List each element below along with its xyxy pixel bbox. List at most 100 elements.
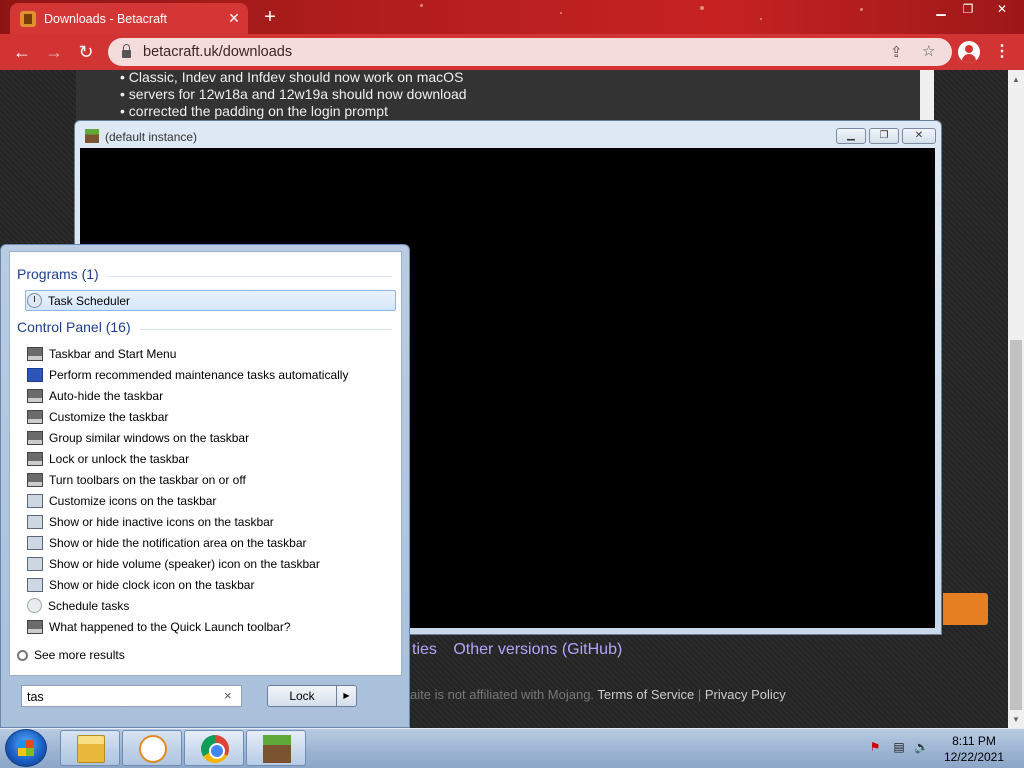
taskbar-explorer-button[interactable]: [60, 730, 120, 766]
chrome-icon: [201, 735, 229, 763]
new-tab-button[interactable]: +: [258, 6, 282, 28]
other-versions-link[interactable]: Other versions (GitHub): [453, 641, 622, 658]
result-label: Perform recommended maintenance tasks au…: [49, 367, 349, 382]
control-panel-item[interactable]: Show or hide the notification area on th…: [27, 532, 307, 553]
monitor-icon: [27, 577, 43, 592]
result-label: Customize icons on the taskbar: [49, 493, 217, 508]
control-panel-item[interactable]: Perform recommended maintenance tasks au…: [27, 364, 348, 385]
clock-time: 8:11 PM: [952, 734, 996, 748]
scroll-up-icon[interactable]: ▲: [1008, 72, 1024, 88]
footer-disclaimer: aite is not affiliated with Mojang.: [410, 687, 595, 702]
clear-search-icon[interactable]: ×: [224, 688, 232, 703]
action-center-flag-icon[interactable]: ⚑: [868, 740, 882, 754]
control-panel-header[interactable]: Control Panel (16): [17, 319, 131, 335]
network-icon[interactable]: ▤: [892, 740, 906, 754]
control-panel-item[interactable]: Show or hide clock icon on the taskbar: [27, 574, 254, 595]
taskbar-icon: [27, 346, 43, 361]
mc-maximize-button[interactable]: ❐: [869, 128, 899, 144]
control-panel-item[interactable]: Turn toolbars on the taskbar on or off: [27, 469, 246, 490]
control-panel-item[interactable]: What happened to the Quick Launch toolba…: [27, 616, 291, 637]
browser-tab[interactable]: Downloads - Betacraft ✕: [10, 3, 248, 34]
control-panel-item[interactable]: Show or hide inactive icons on the taskb…: [27, 511, 274, 532]
taskbar-icon: [27, 619, 43, 634]
shutdown-options-arrow-icon[interactable]: ▶: [336, 685, 357, 707]
link-partial[interactable]: ties: [412, 641, 437, 658]
result-label: Task Scheduler: [48, 293, 131, 308]
volume-icon[interactable]: 🔈: [914, 740, 929, 754]
control-panel-item[interactable]: Auto-hide the taskbar: [27, 385, 163, 406]
result-label: Group similar windows on the taskbar: [49, 430, 250, 445]
control-panel-item[interactable]: Taskbar and Start Menu: [27, 343, 176, 364]
minecraft-icon: [263, 735, 291, 763]
result-label: Taskbar and Start Menu: [49, 346, 177, 361]
control-panel-item[interactable]: Customize the taskbar: [27, 406, 168, 427]
maintenance-icon: [27, 367, 43, 382]
privacy-link[interactable]: Privacy Policy: [705, 687, 786, 702]
monitor-icon: [27, 514, 43, 529]
changelog-line: • Classic, Indev and Infdev should now w…: [120, 69, 464, 85]
download-button[interactable]: [943, 593, 988, 625]
taskbar-icon: [27, 451, 43, 466]
mc-close-button[interactable]: ✕: [902, 128, 936, 144]
tab-close-icon[interactable]: ✕: [224, 10, 244, 27]
profile-avatar[interactable]: [958, 41, 980, 63]
magnifier-icon: [17, 649, 28, 661]
share-icon[interactable]: ⇪: [890, 43, 903, 61]
windows-logo-icon: [18, 740, 34, 756]
minecraft-block-icon: [85, 129, 99, 143]
schedule-icon: [27, 598, 42, 613]
result-label: Show or hide inactive icons on the taskb…: [49, 514, 274, 529]
result-label: Customize the taskbar: [49, 409, 169, 424]
page-footer: aite is not affiliated with Mojang. Term…: [410, 687, 786, 702]
media-player-icon: [139, 735, 167, 763]
content-edge: [920, 70, 934, 120]
control-panel-item[interactable]: Schedule tasks: [27, 595, 129, 616]
footer-separator: |: [697, 687, 702, 702]
taskbar-chrome-button[interactable]: [184, 730, 244, 766]
version-links: ties Other versions (GitHub): [412, 641, 622, 659]
taskbar-icon: [27, 430, 43, 445]
monitor-icon: [27, 556, 43, 571]
bookmark-star-icon[interactable]: ☆: [922, 42, 935, 60]
lock-icon: [122, 44, 131, 58]
control-panel-item[interactable]: Customize icons on the taskbar: [27, 490, 216, 511]
result-label: Show or hide the notification area on th…: [49, 535, 307, 550]
taskbar-minecraft-button[interactable]: [246, 730, 306, 766]
result-label: What happened to the Quick Launch toolba…: [49, 619, 291, 634]
terms-link[interactable]: Terms of Service: [597, 687, 694, 702]
result-label: Show or hide volume (speaker) icon on th…: [49, 556, 320, 571]
forward-arrow-icon[interactable]: →: [41, 40, 67, 64]
folder-icon: [77, 735, 105, 763]
see-more-label: See more results: [34, 648, 125, 662]
close-window-button[interactable]: ✕: [985, 0, 1019, 18]
result-label: Show or hide clock icon on the taskbar: [49, 577, 255, 592]
maximize-button[interactable]: ❐: [953, 0, 983, 18]
divider: [140, 329, 392, 330]
start-button[interactable]: [5, 729, 47, 767]
betacraft-favicon-icon: [20, 10, 36, 27]
see-more-results-link[interactable]: See more results: [17, 648, 125, 662]
taskbar-icon: [27, 409, 43, 424]
tab-title: Downloads - Betacraft: [44, 11, 167, 26]
changelog-line: • corrected the padding on the login pro…: [120, 103, 388, 119]
scroll-down-icon[interactable]: ▼: [1008, 712, 1024, 728]
result-label: Schedule tasks: [48, 598, 130, 613]
minecraft-window-title: (default instance): [105, 130, 198, 144]
mc-minimize-button[interactable]: ▁: [836, 128, 866, 144]
control-panel-item[interactable]: Lock or unlock the taskbar: [27, 448, 189, 469]
taskbar-clock[interactable]: 8:11 PM 12/22/2021: [934, 733, 1014, 765]
program-item-task-scheduler[interactable]: Task Scheduler: [27, 290, 130, 311]
reload-icon[interactable]: ↻: [73, 40, 99, 64]
scrollbar-thumb[interactable]: [1010, 340, 1022, 710]
clock-date: 12/22/2021: [943, 750, 1005, 764]
minimize-button[interactable]: ▁: [926, 0, 956, 18]
control-panel-item[interactable]: Show or hide volume (speaker) icon on th…: [27, 553, 320, 574]
lock-button[interactable]: Lock: [267, 685, 337, 707]
monitor-icon: [27, 493, 43, 508]
taskbar-media-player-button[interactable]: [122, 730, 182, 766]
programs-header[interactable]: Programs (1): [17, 266, 99, 282]
menu-kebab-icon[interactable]: ⋮: [994, 42, 1010, 64]
address-bar[interactable]: betacraft.uk/downloads ⇪ ☆: [108, 38, 952, 66]
control-panel-item[interactable]: Group similar windows on the taskbar: [27, 427, 249, 448]
back-arrow-icon[interactable]: ←: [9, 40, 35, 64]
